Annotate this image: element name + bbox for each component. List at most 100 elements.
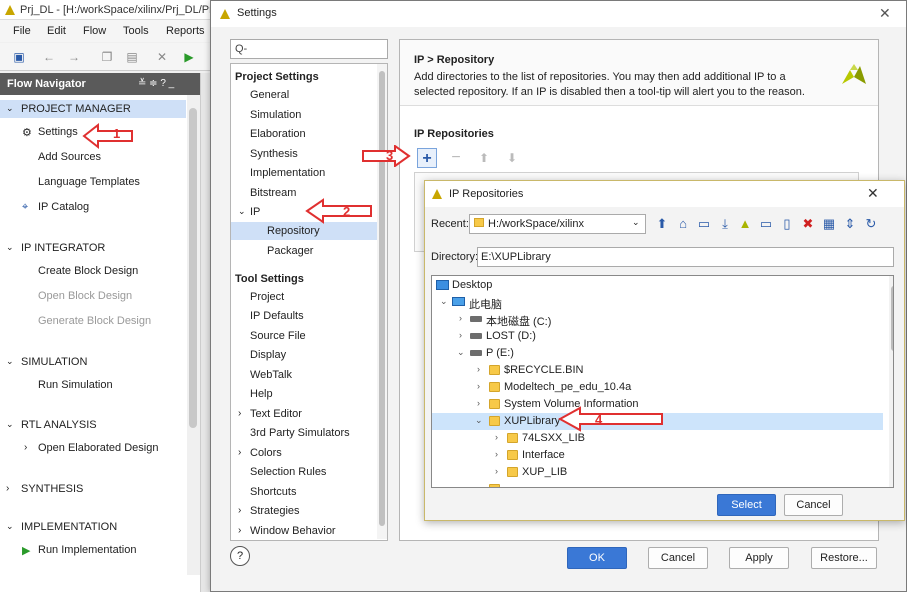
redo-icon[interactable]: → [67,50,81,64]
menu-reports[interactable]: Reports [166,25,205,37]
nav-selection-rules[interactable]: Selection Rules [231,463,379,481]
section-project-manager[interactable]: ⌄ PROJECT MANAGER [0,100,186,118]
new-file-icon[interactable]: ▯ [779,215,795,233]
nav-simulation[interactable]: Simulation [231,106,379,124]
section-simulation[interactable]: ⌄ SIMULATION [0,353,186,371]
add-repository-button[interactable]: + [417,148,437,168]
nav-webtalk[interactable]: WebTalk [231,366,379,384]
computer-icon[interactable]: ▭ [758,215,774,233]
nav-shortcuts[interactable]: Shortcuts [231,483,379,501]
nav-general[interactable]: General [231,86,379,104]
ok-button[interactable]: OK [567,547,627,569]
xilinx-icon[interactable]: ▲ [737,215,753,233]
paste-icon[interactable]: ▤ [125,50,139,64]
chevron-right-icon: › [459,330,462,340]
tree-node-desktop[interactable]: Desktop [432,277,883,294]
download-icon[interactable]: ⤓ [717,215,733,233]
scrollbar-thumb[interactable] [379,71,385,526]
tree-node-74lsxx-lib[interactable]: › 74LSXX_LIB [432,430,883,447]
nav-run-simulation[interactable]: Run Simulation [0,376,186,394]
tree-node-partial[interactable] [432,481,883,487]
flow-navigator-controls[interactable]: ≚ ≑ ? _ [138,78,174,89]
tree-node-drive-d[interactable]: › LOST (D:) [432,328,883,345]
section-synthesis[interactable]: › SYNTHESIS [0,480,186,498]
nav-header-tool-settings: Tool Settings [231,270,379,288]
section-ip-integrator[interactable]: ⌄ IP INTEGRATOR [0,239,186,257]
move-down-button[interactable]: ⬇ [502,148,522,168]
menu-tools[interactable]: Tools [123,25,149,37]
collapse-icon[interactable]: ⇕ [842,215,858,233]
nav-help[interactable]: Help [231,385,379,403]
chevron-right-icon: › [495,432,498,442]
nav-strategies[interactable]: › Strategies [231,502,379,520]
copy-icon[interactable]: ❐ [100,50,114,64]
home-icon[interactable]: ⌂ [675,215,691,233]
nav-repository[interactable]: Repository [231,222,379,240]
nav-project[interactable]: Project [231,288,379,306]
nav-packager[interactable]: Packager [231,242,379,260]
nav-label: Implementation [250,167,326,179]
tree-node-drive-c[interactable]: › 本地磁盘 (C:) [432,311,883,328]
tree-node-drive-e[interactable]: ⌄ P (E:) [432,345,883,362]
tree-node-xup-lib[interactable]: › XUP_LIB [432,464,883,481]
nav-text-editor[interactable]: › Text Editor [231,405,379,423]
nav-3rd-party-simulators[interactable]: 3rd Party Simulators [231,424,379,442]
tree-node-this-pc[interactable]: ⌄ 此电脑 [432,294,883,311]
recent-dropdown[interactable]: H:/workSpace/xilinx ⌄ [469,214,646,234]
folder-icon [489,484,500,487]
refresh-icon[interactable]: ↻ [863,215,879,233]
directory-input[interactable]: E:\XUPLibrary [477,247,894,267]
chevron-down-icon: ⌄ [6,419,14,429]
move-up-button[interactable]: ⬆ [474,148,494,168]
nav-colors[interactable]: › Colors [231,444,379,462]
run-icon[interactable]: ▶ [182,50,196,64]
content-title: IP > Repository [414,54,495,66]
close-icon[interactable]: ✕ [867,185,879,202]
restore-button[interactable]: Restore... [811,547,877,569]
undo-icon[interactable]: ← [42,50,56,64]
menu-edit[interactable]: Edit [47,25,66,37]
menu-file[interactable]: File [13,25,31,37]
tree-label: P (E:) [486,347,514,359]
nav-implementation[interactable]: Implementation [231,164,379,182]
help-button[interactable]: ? [230,546,250,566]
section-label: SIMULATION [21,356,88,368]
recent-value: H:/workSpace/xilinx [488,218,584,230]
nav-display[interactable]: Display [231,346,379,364]
vivado-logo-icon [432,189,442,199]
tree-node-recycle-bin[interactable]: › $RECYCLE.BIN [432,362,883,379]
nav-create-block-design[interactable]: Create Block Design [0,262,186,280]
nav-ip-catalog[interactable]: ⌖ IP Catalog [0,198,186,216]
nav-add-sources[interactable]: Add Sources [0,148,186,166]
menu-flow[interactable]: Flow [83,25,106,37]
select-button[interactable]: Select [717,494,776,516]
nav-ip-defaults[interactable]: IP Defaults [231,307,379,325]
apply-button[interactable]: Apply [729,547,789,569]
nav-elaboration[interactable]: Elaboration [231,125,379,143]
tree-label: 本地磁盘 (C:) [486,316,552,328]
nav-window-behavior[interactable]: › Window Behavior [231,522,379,540]
open-project-icon[interactable]: ▣ [12,50,26,64]
nav-open-elaborated-design[interactable]: › Open Elaborated Design [0,439,186,457]
nav-synthesis[interactable]: Synthesis [231,145,379,163]
nav-source-file[interactable]: Source File [231,327,379,345]
cancel-button[interactable]: Cancel [784,494,843,516]
cancel-button[interactable]: Cancel [648,547,708,569]
remove-repository-button[interactable]: − [446,148,466,168]
nav-run-implementation[interactable]: ▶ Run Implementation [0,541,186,559]
settings-search-input[interactable]: Q- [230,39,388,59]
scrollbar-thumb[interactable] [891,286,893,351]
delete-icon[interactable]: ✕ [155,50,169,64]
delete-icon[interactable]: ✖ [800,215,816,233]
close-icon[interactable]: ✕ [879,5,891,22]
desktop-icon[interactable]: ▭ [696,215,712,233]
tree-node-modeltech[interactable]: › Modeltech_pe_edu_10.4a [432,379,883,396]
scrollbar-thumb[interactable] [189,108,197,428]
section-implementation[interactable]: ⌄ IMPLEMENTATION [0,518,186,536]
chevron-down-icon: ⌄ [238,206,246,216]
section-rtl-analysis[interactable]: ⌄ RTL ANALYSIS [0,416,186,434]
arrow-up-icon[interactable]: ⬆ [654,215,670,233]
new-folder-icon[interactable]: ▦ [821,215,837,233]
tree-node-interface[interactable]: › Interface [432,447,883,464]
nav-language-templates[interactable]: Language Templates [0,173,186,191]
